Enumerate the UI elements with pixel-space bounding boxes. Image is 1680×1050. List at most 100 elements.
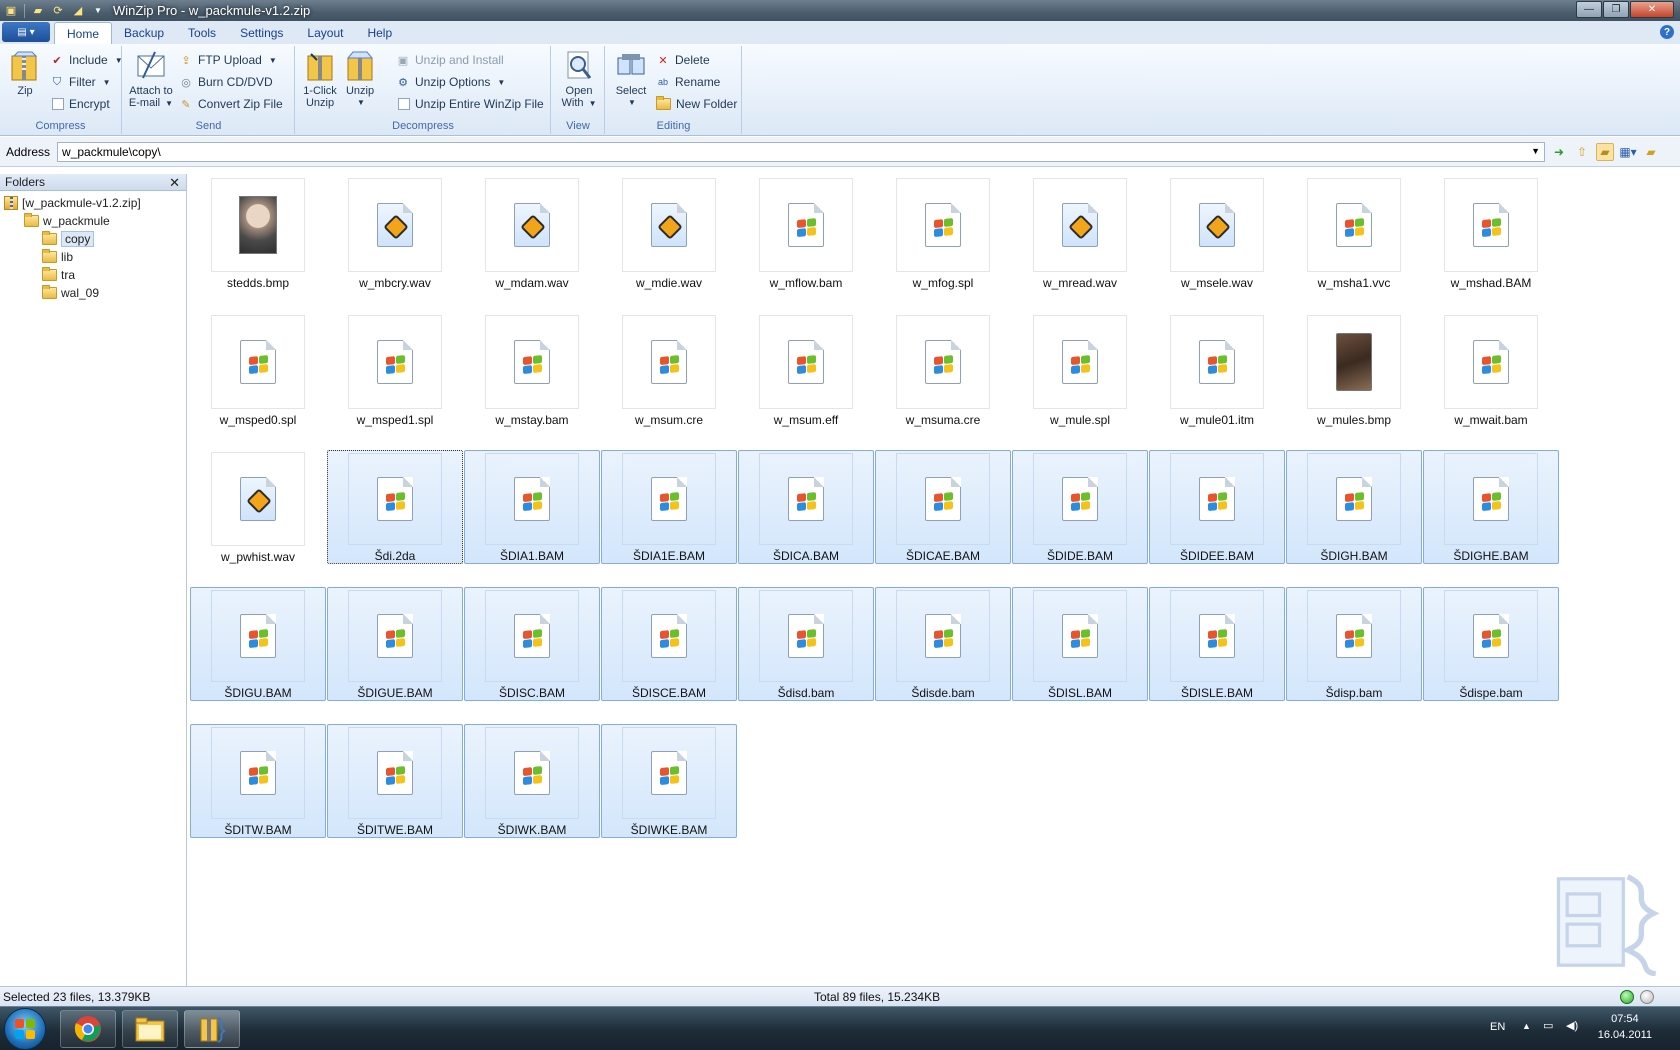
file-item[interactable]: ŠDIA1.BAM bbox=[464, 450, 600, 564]
file-item[interactable]: w_mread.wav bbox=[1012, 176, 1148, 290]
file-item[interactable]: Šdi.2da bbox=[327, 450, 463, 564]
zip-button[interactable]: Zip bbox=[8, 50, 42, 97]
chevron-down-icon[interactable]: ▼ bbox=[1531, 146, 1540, 156]
tab-backup[interactable]: Backup bbox=[112, 22, 176, 44]
file-item[interactable]: Šdispe.bam bbox=[1423, 587, 1559, 701]
file-item[interactable]: ŠDISC.BAM bbox=[464, 587, 600, 701]
taskbar-winzip[interactable] bbox=[184, 1010, 240, 1048]
tab-tools[interactable]: Tools bbox=[176, 22, 228, 44]
tab-help[interactable]: Help bbox=[355, 22, 404, 44]
file-item[interactable]: stedds.bmp bbox=[190, 176, 326, 290]
tree-w-packmule[interactable]: w_packmule bbox=[24, 212, 110, 229]
file-item[interactable]: w_pwhist.wav bbox=[190, 450, 326, 564]
file-item[interactable]: w_mstay.bam bbox=[464, 313, 600, 427]
rename-button[interactable]: ab Rename bbox=[656, 72, 720, 92]
file-item[interactable]: Šdisp.bam bbox=[1286, 587, 1422, 701]
start-button[interactable] bbox=[4, 1008, 46, 1050]
file-item[interactable]: ŠDIDE.BAM bbox=[1012, 450, 1148, 564]
file-item[interactable]: ŠDIA1E.BAM bbox=[601, 450, 737, 564]
taskbar-explorer[interactable] bbox=[122, 1010, 178, 1048]
file-item[interactable]: w_msuma.cre bbox=[875, 313, 1011, 427]
unzip-install-button[interactable]: ▣ Unzip and Install bbox=[396, 50, 504, 70]
file-item[interactable]: ŠDIGH.BAM bbox=[1286, 450, 1422, 564]
view-mode-icon[interactable]: ▦▾ bbox=[1619, 143, 1637, 161]
language-indicator[interactable]: EN bbox=[1490, 1021, 1505, 1033]
folders-toggle-icon[interactable]: ▰ bbox=[1596, 142, 1615, 161]
delete-button[interactable]: ✕ Delete bbox=[656, 50, 709, 70]
up-folder-icon[interactable]: ⇧ bbox=[1573, 143, 1591, 161]
file-item[interactable]: w_msped0.spl bbox=[190, 313, 326, 427]
tray-expand-icon[interactable]: ▲ bbox=[1522, 1021, 1531, 1031]
file-item[interactable]: w_msum.eff bbox=[738, 313, 874, 427]
file-item[interactable]: w_mules.bmp bbox=[1286, 313, 1422, 427]
go-icon[interactable]: ➜ bbox=[1550, 143, 1568, 161]
taskbar-chrome[interactable] bbox=[60, 1010, 116, 1048]
unzip-entire-checkbox[interactable]: Unzip Entire WinZip File bbox=[398, 94, 544, 114]
folder-icon[interactable]: ▰ bbox=[1642, 143, 1660, 161]
filter-button[interactable]: ⛉ Filter ▼ bbox=[50, 72, 111, 92]
tab-layout[interactable]: Layout bbox=[295, 22, 355, 44]
file-item[interactable]: ŠDIWK.BAM bbox=[464, 724, 600, 838]
tree-item-wal09[interactable]: wal_09 bbox=[42, 284, 99, 301]
app-menu-button[interactable]: ▤ ▾ bbox=[2, 22, 50, 42]
attach-email-button[interactable]: Attach to E-mail ▼ bbox=[125, 50, 177, 110]
file-item[interactable]: w_mfog.spl bbox=[875, 176, 1011, 290]
file-item[interactable]: w_msha1.vvc bbox=[1286, 176, 1422, 290]
file-item[interactable]: ŠDIGHE.BAM bbox=[1423, 450, 1559, 564]
file-item[interactable]: w_msele.wav bbox=[1149, 176, 1285, 290]
convert-zip-button[interactable]: ✎ Convert Zip File bbox=[179, 94, 282, 114]
minimize-button[interactable]: — bbox=[1576, 1, 1602, 18]
maximize-button[interactable]: ❐ bbox=[1603, 1, 1629, 18]
close-icon[interactable]: ✕ bbox=[169, 175, 180, 191]
one-click-unzip-button[interactable]: 1-Click Unzip bbox=[300, 50, 340, 109]
help-icon[interactable]: ? bbox=[1660, 25, 1674, 39]
file-item[interactable]: w_msped1.spl bbox=[327, 313, 463, 427]
file-item[interactable]: ŠDISLE.BAM bbox=[1149, 587, 1285, 701]
clock[interactable]: 07:54 16.04.2011 bbox=[1598, 1011, 1652, 1043]
close-button[interactable]: ✕ bbox=[1630, 1, 1674, 18]
file-item[interactable]: ŠDITWE.BAM bbox=[327, 724, 463, 838]
file-item[interactable]: ŠDISCE.BAM bbox=[601, 587, 737, 701]
tab-settings[interactable]: Settings bbox=[228, 22, 295, 44]
file-item[interactable]: w_mwait.bam bbox=[1423, 313, 1559, 427]
ftp-upload-button[interactable]: ⇪ FTP Upload ▼ bbox=[179, 50, 276, 70]
tab-home[interactable]: Home bbox=[54, 22, 113, 44]
open-with-button[interactable]: Open With ▼ bbox=[560, 50, 598, 110]
tree-item-tra[interactable]: tra bbox=[42, 266, 75, 283]
encrypt-checkbox[interactable]: Encrypt bbox=[52, 94, 110, 114]
include-button[interactable]: ✔ Include ▼ bbox=[50, 50, 122, 70]
file-item[interactable]: ŠDIGUE.BAM bbox=[327, 587, 463, 701]
wizard-icon[interactable]: ◢ bbox=[71, 4, 85, 18]
unzip-button[interactable]: Unzip ▼ bbox=[344, 50, 376, 109]
burn-cd-button[interactable]: ◎ Burn CD/DVD bbox=[179, 72, 273, 92]
file-item[interactable]: ŠDIWKE.BAM bbox=[601, 724, 737, 838]
file-item[interactable]: w_mdie.wav bbox=[601, 176, 737, 290]
file-item[interactable]: ŠDIDEE.BAM bbox=[1149, 450, 1285, 564]
tree-root[interactable]: [w_packmule-v1.2.zip] bbox=[4, 194, 141, 211]
file-item[interactable]: ŠDITW.BAM bbox=[190, 724, 326, 838]
file-item[interactable]: w_mbcry.wav bbox=[327, 176, 463, 290]
file-item[interactable]: Šdisd.bam bbox=[738, 587, 874, 701]
tree-item-copy[interactable]: copy bbox=[42, 230, 95, 247]
network-icon[interactable]: ▭ bbox=[1543, 1019, 1553, 1032]
customize-dropdown-icon[interactable]: ▼ bbox=[91, 4, 105, 18]
unzip-options-button[interactable]: ⚙ Unzip Options ▼ bbox=[396, 72, 505, 92]
file-item[interactable]: w_msum.cre bbox=[601, 313, 737, 427]
file-item[interactable]: w_mule01.itm bbox=[1149, 313, 1285, 427]
app-icon[interactable]: ▣ bbox=[4, 4, 18, 18]
file-item[interactable]: w_mshad.BAM bbox=[1423, 176, 1559, 290]
file-item[interactable]: w_mule.spl bbox=[1012, 313, 1148, 427]
open-folder-icon[interactable]: ▰ bbox=[31, 4, 45, 18]
file-item[interactable]: w_mflow.bam bbox=[738, 176, 874, 290]
select-button[interactable]: Select ▼ bbox=[614, 50, 648, 109]
volume-icon[interactable]: ◀) bbox=[1566, 1019, 1578, 1032]
new-folder-button[interactable]: New Folder bbox=[656, 94, 737, 114]
file-item[interactable]: ŠDICAE.BAM bbox=[875, 450, 1011, 564]
file-item[interactable]: ŠDICA.BAM bbox=[738, 450, 874, 564]
file-item[interactable]: ŠDIGU.BAM bbox=[190, 587, 326, 701]
refresh-icon[interactable]: ⟳ bbox=[51, 4, 65, 18]
file-item[interactable]: ŠDISL.BAM bbox=[1012, 587, 1148, 701]
file-item[interactable]: Šdisde.bam bbox=[875, 587, 1011, 701]
tree-item-lib[interactable]: lib bbox=[42, 248, 73, 265]
file-item[interactable]: w_mdam.wav bbox=[464, 176, 600, 290]
